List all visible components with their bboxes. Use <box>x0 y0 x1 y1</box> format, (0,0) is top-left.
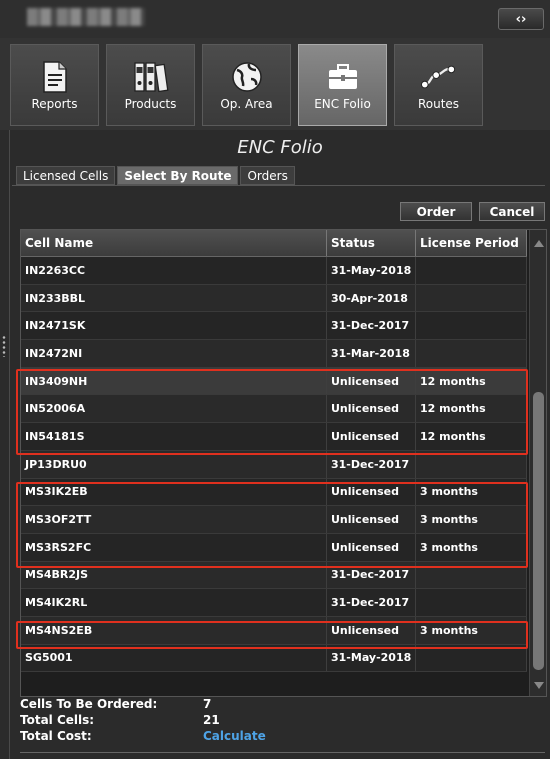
cell-period[interactable] <box>416 312 527 340</box>
cell-status: 31-Dec-2017 <box>327 312 416 340</box>
toolbar-reports-button[interactable]: Reports <box>10 44 99 126</box>
cell-name: IN2472NI <box>21 340 327 367</box>
highlight-box-3-months <box>16 482 528 568</box>
cell-status: 31-Dec-2017 <box>327 589 416 616</box>
scroll-down-icon[interactable] <box>534 682 544 689</box>
summary-value: 21 <box>203 713 220 727</box>
tab-licensed-cells[interactable]: Licensed Cells <box>16 166 116 185</box>
panel-title: ENC Folio <box>237 137 323 158</box>
panel-divider <box>9 130 10 759</box>
cell-period[interactable] <box>416 284 527 312</box>
tab-underline <box>12 185 545 186</box>
cell-status: 30-Apr-2018 <box>327 284 416 312</box>
toolbar-label: ENC Folio <box>314 97 371 111</box>
binders-icon <box>133 60 169 94</box>
toolbar-op-area-button[interactable]: Op. Area <box>202 44 291 126</box>
column-header-license-period[interactable]: License Period <box>416 230 527 256</box>
order-button[interactable]: Order <box>400 202 472 221</box>
scroll-up-icon[interactable] <box>534 240 544 247</box>
summary-label: Cells To Be Ordered: <box>20 697 158 711</box>
cell-name: IN2263CC <box>21 257 327 284</box>
summary-total-cost: Total Cost: Calculate <box>20 729 320 745</box>
column-header-cell-name[interactable]: Cell Name <box>21 230 327 256</box>
cell-status: 31-Mar-2018 <box>327 340 416 367</box>
table-row[interactable]: IN233BBL 30-Apr-2018 <box>21 284 527 313</box>
blurred-app-title <box>27 8 145 26</box>
table-row[interactable]: IN2471SK 31-Dec-2017 <box>21 312 527 341</box>
title-bar: ‹› <box>0 0 550 38</box>
cell-period[interactable] <box>416 589 527 616</box>
summary-label: Total Cells: <box>20 713 95 727</box>
main-toolbar: Reports Products Op. Area ENC Folio Rout… <box>0 38 550 130</box>
vertical-scrollbar[interactable] <box>529 230 546 696</box>
table-body: IN2263CC 31-May-2018 IN233BBL 30-Apr-2018 … <box>21 257 527 673</box>
resize-grip[interactable] <box>2 335 6 357</box>
toolbar-label: Reports <box>31 97 78 111</box>
highlight-box-3-months-single <box>16 621 528 649</box>
summary-total-cells: Total Cells: 21 <box>20 713 320 729</box>
toolbar-enc-folio-button[interactable]: ENC Folio <box>298 44 387 126</box>
summary-cells-to-order: Cells To Be Ordered: 7 <box>20 697 320 713</box>
table-row[interactable]: MS4IK2RL 31-Dec-2017 <box>21 589 527 617</box>
summary-label: Total Cost: <box>20 729 92 743</box>
route-icon <box>420 60 457 94</box>
document-icon <box>37 60 73 94</box>
cell-period[interactable] <box>416 257 527 284</box>
toolbar-routes-button[interactable]: Routes <box>394 44 483 126</box>
highlight-box-12-months <box>16 369 528 455</box>
cell-name: MS4IK2RL <box>21 589 327 616</box>
calculate-link[interactable]: Calculate <box>203 729 266 745</box>
sub-tab-bar: Licensed Cells Select By Route Orders <box>16 166 297 185</box>
table-header: Cell Name Status License Period <box>21 230 527 257</box>
table-row[interactable]: IN2263CC 31-May-2018 <box>21 257 527 285</box>
toolbar-label: Routes <box>417 97 460 111</box>
table-row[interactable]: IN2472NI 31-Mar-2018 <box>21 340 527 368</box>
summary-value: 7 <box>203 697 212 711</box>
toolbar-label: Products <box>124 97 177 111</box>
tab-orders[interactable]: Orders <box>240 166 295 185</box>
globe-icon <box>229 60 265 94</box>
cell-period[interactable] <box>416 340 527 367</box>
collapse-icon: ‹› <box>515 11 527 27</box>
briefcase-icon <box>325 60 361 94</box>
bottom-divider <box>20 752 545 753</box>
tab-select-by-route[interactable]: Select By Route <box>117 166 239 185</box>
toolbar-label: Op. Area <box>220 97 273 111</box>
cell-name: IN2471SK <box>21 312 327 340</box>
collapse-button[interactable]: ‹› <box>498 8 544 30</box>
toolbar-products-button[interactable]: Products <box>106 44 195 126</box>
cell-name: IN233BBL <box>21 284 327 312</box>
cancel-button[interactable]: Cancel <box>479 202 545 221</box>
cell-status: 31-May-2018 <box>327 257 416 284</box>
column-header-status[interactable]: Status <box>327 230 416 256</box>
scroll-thumb[interactable] <box>533 392 544 670</box>
